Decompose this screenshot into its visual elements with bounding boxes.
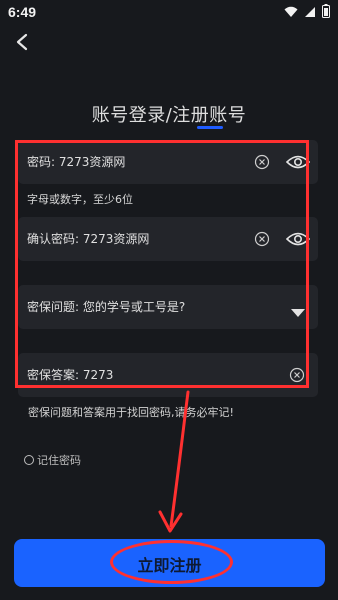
remember-password-option[interactable]: 记住密码 bbox=[24, 452, 81, 468]
annotation-highlight-ellipse bbox=[110, 540, 233, 584]
battery-icon bbox=[322, 4, 330, 23]
wifi-icon bbox=[284, 5, 298, 23]
remember-label: 记住密码 bbox=[37, 454, 81, 467]
register-screen: 6:49 账号登录/注册账号 密码: 7273资源网 字母或数字，至少6位 确认… bbox=[0, 0, 338, 600]
annotation-highlight-box bbox=[15, 140, 309, 388]
status-time: 6:49 bbox=[8, 4, 37, 20]
page-title: 账号登录/注册账号 bbox=[91, 105, 247, 126]
back-button[interactable] bbox=[10, 32, 34, 56]
status-bar: 6:49 bbox=[0, 0, 338, 24]
signal-icon bbox=[304, 5, 316, 23]
status-icons bbox=[284, 4, 330, 23]
back-arrow-icon bbox=[15, 33, 29, 55]
security-note: 密保问题和答案用于找回密码,请务必牢记! bbox=[28, 406, 234, 419]
remember-radio[interactable] bbox=[24, 455, 34, 465]
title-underline bbox=[197, 126, 223, 129]
